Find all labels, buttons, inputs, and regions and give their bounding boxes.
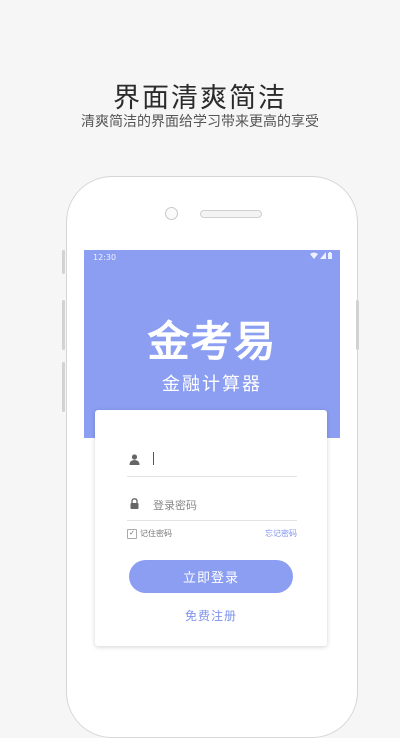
signal-icon [320,252,326,259]
phone-power-button [356,300,359,350]
lock-icon [130,498,139,509]
wifi-icon [310,252,318,259]
user-icon [129,454,140,465]
phone-camera [165,207,178,220]
phone-screen: 12:30 金考易 金融计算器 登录密码 ✓ 记住密码 忘记密码 立即登录 免费… [84,250,340,700]
text-cursor [153,452,154,465]
username-field[interactable] [127,446,297,477]
promo-subtitle: 清爽简洁的界面给学习带来更高的享受 [81,114,319,130]
phone-volume-down-button [62,362,65,412]
promo-title: 界面清爽简洁 [113,83,287,114]
phone-speaker [200,210,262,218]
app-name: 金融计算器 [162,374,262,395]
status-icons [310,252,332,259]
remember-checkbox[interactable]: ✓ [127,528,137,539]
password-field[interactable]: 登录密码 [127,490,297,521]
app-logo: 金考易 [147,317,277,366]
phone-side-button [62,250,65,274]
register-link[interactable]: 免费注册 [95,607,327,624]
status-time: 12:30 [93,253,117,262]
login-button[interactable]: 立即登录 [129,560,293,593]
battery-icon [328,252,332,259]
phone-volume-up-button [62,300,65,350]
password-placeholder: 登录密码 [153,499,197,512]
login-card: 登录密码 ✓ 记住密码 忘记密码 立即登录 免费注册 [95,410,327,646]
remember-password[interactable]: ✓ 记住密码 [127,528,172,539]
forgot-password-link[interactable]: 忘记密码 [265,528,297,539]
remember-label: 记住密码 [140,529,172,538]
status-bar: 12:30 [84,250,340,264]
